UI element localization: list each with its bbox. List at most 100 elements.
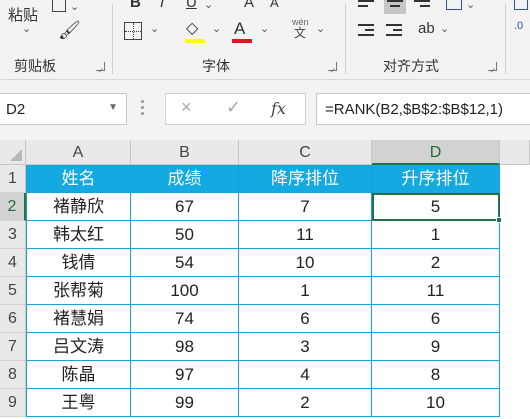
insert-function-icon[interactable]: fx <box>271 99 286 118</box>
cell-b2[interactable]: 67 <box>131 193 239 221</box>
row-header-4[interactable]: 4 <box>0 249 26 277</box>
font-color-button[interactable]: A <box>234 19 245 39</box>
fill-color-dropdown-chevron-icon[interactable]: ⌄ <box>212 22 221 35</box>
fill-color-swatch <box>185 39 205 43</box>
cell-a3[interactable]: 韩太红 <box>26 221 131 249</box>
cell-b3[interactable]: 50 <box>131 221 239 249</box>
cell-c4[interactable]: 10 <box>239 249 372 277</box>
column-header-b[interactable]: B <box>131 140 239 165</box>
name-box[interactable]: D2 ▼ <box>0 93 127 125</box>
cell-a4[interactable]: 钱倩 <box>26 249 131 277</box>
formula-bar: D2 ▼ × ✓ fx =RANK(B2,$B$2:$B$12,1) <box>0 80 530 140</box>
ribbon: 粘贴 ⌄ ⌄ 🖌 剪贴板 B I U ⌄ A A ⌄ ◇ ⌄ A ⌄ wén 文… <box>0 0 530 80</box>
font-color-dropdown-chevron-icon[interactable]: ⌄ <box>260 22 269 35</box>
cell-b9[interactable]: 99 <box>131 389 239 417</box>
cell-a2[interactable]: 褚静欣 <box>26 193 131 221</box>
align-left-icon[interactable] <box>358 0 374 14</box>
alignment-dialog-launcher-icon[interactable] <box>488 62 497 71</box>
align-right-icon[interactable] <box>414 0 430 14</box>
cell-b6[interactable]: 74 <box>131 305 239 333</box>
column-header-d[interactable]: D <box>372 140 500 165</box>
cell-a8[interactable]: 陈晶 <box>26 361 131 389</box>
row-header-1[interactable]: 1 <box>0 165 26 193</box>
cell-c8[interactable]: 4 <box>239 361 372 389</box>
cell-c6[interactable]: 6 <box>239 305 372 333</box>
cell-a7[interactable]: 吕文涛 <box>26 333 131 361</box>
underline-dropdown-chevron-icon[interactable]: ⌄ <box>204 0 213 11</box>
cell-d3[interactable]: 1 <box>372 221 500 249</box>
row-header-2[interactable]: 2 <box>0 193 26 221</box>
enter-icon[interactable]: ✓ <box>226 97 241 118</box>
cell-d9[interactable]: 10 <box>372 389 500 417</box>
clipboard-group-label: 剪贴板 <box>14 58 56 74</box>
row-header-6[interactable]: 6 <box>0 305 26 333</box>
header-cell-c[interactable]: 降序排位 <box>239 165 372 193</box>
bold-button[interactable]: B <box>130 0 141 11</box>
group-divider <box>345 4 346 74</box>
font-dialog-launcher-icon[interactable] <box>328 62 337 71</box>
cell-d7[interactable]: 9 <box>372 333 500 361</box>
decrease-indent-icon[interactable] <box>358 24 374 38</box>
orientation-icon[interactable]: ab <box>418 20 435 37</box>
copy-dropdown-chevron-icon[interactable]: ⌄ <box>70 0 79 13</box>
formula-bar-grip-icon[interactable] <box>141 98 145 118</box>
align-center-icon[interactable] <box>384 0 406 14</box>
underline-button[interactable]: U <box>186 0 197 11</box>
paste-dropdown-chevron-icon[interactable]: ⌄ <box>22 22 31 35</box>
row-header-8[interactable]: 8 <box>0 361 26 389</box>
fill-handle[interactable] <box>496 217 502 223</box>
clipboard-dialog-launcher-icon[interactable] <box>96 62 105 71</box>
font-group-label: 字体 <box>202 58 230 74</box>
row-header-7[interactable]: 7 <box>0 333 26 361</box>
select-all-corner[interactable] <box>0 140 26 165</box>
header-cell-b[interactable]: 成绩 <box>131 165 239 193</box>
cell-c9[interactable]: 2 <box>239 389 372 417</box>
increase-decimal-icon[interactable]: .0 <box>514 20 523 32</box>
cell-b5[interactable]: 100 <box>131 277 239 305</box>
italic-button[interactable]: I <box>160 0 164 11</box>
cell-b4[interactable]: 54 <box>131 249 239 277</box>
borders-icon[interactable] <box>124 22 142 40</box>
cell-b8[interactable]: 97 <box>131 361 239 389</box>
cell-d5[interactable]: 11 <box>372 277 500 305</box>
column-header-c[interactable]: C <box>239 140 372 165</box>
cell-d2[interactable]: 5 <box>372 193 500 221</box>
cell-d6[interactable]: 6 <box>372 305 500 333</box>
phonetic-guide-bottom-text: 文 <box>294 26 307 40</box>
number-format-icon[interactable] <box>514 0 528 10</box>
format-painter-icon[interactable]: 🖌 <box>58 20 81 41</box>
name-box-dropdown-icon[interactable]: ▼ <box>108 102 118 113</box>
row-header-5[interactable]: 5 <box>0 277 26 305</box>
cell-a6[interactable]: 褚慧娟 <box>26 305 131 333</box>
orientation-dropdown-chevron-icon[interactable]: ⌄ <box>440 22 449 35</box>
row-header-9[interactable]: 9 <box>0 389 26 417</box>
increase-font-size-button[interactable]: A <box>244 0 254 11</box>
cell-c3[interactable]: 11 <box>239 221 372 249</box>
cell-d8[interactable]: 8 <box>372 361 500 389</box>
cell-c5[interactable]: 1 <box>239 277 372 305</box>
header-cell-d[interactable]: 升序排位 <box>372 165 500 193</box>
cell-b7[interactable]: 98 <box>131 333 239 361</box>
row-header-3[interactable]: 3 <box>0 221 26 249</box>
font-color-swatch <box>232 39 252 43</box>
phonetic-guide-dropdown-chevron-icon[interactable]: ⌄ <box>316 22 325 35</box>
cancel-icon[interactable]: × <box>181 97 192 118</box>
increase-indent-icon[interactable] <box>386 24 402 38</box>
column-header-a[interactable]: A <box>26 140 131 165</box>
decrease-font-size-button[interactable]: A <box>270 0 279 10</box>
cell-c7[interactable]: 3 <box>239 333 372 361</box>
merge-center-icon[interactable] <box>446 0 462 10</box>
header-cell-a[interactable]: 姓名 <box>26 165 131 193</box>
cell-c2[interactable]: 7 <box>239 193 372 221</box>
cell-a9[interactable]: 王粤 <box>26 389 131 417</box>
cell-d4[interactable]: 2 <box>372 249 500 277</box>
phonetic-guide-button[interactable]: wén 文 <box>292 18 309 40</box>
name-box-value: D2 <box>6 101 26 118</box>
merge-dropdown-chevron-icon[interactable]: ⌄ <box>466 0 475 11</box>
borders-dropdown-chevron-icon[interactable]: ⌄ <box>150 22 159 35</box>
cell-a5[interactable]: 张帮菊 <box>26 277 131 305</box>
formula-input[interactable]: =RANK(B2,$B$2:$B$12,1) <box>316 93 530 125</box>
fill-color-icon[interactable]: ◇ <box>186 18 198 38</box>
copy-icon[interactable] <box>52 0 66 12</box>
column-header-e[interactable] <box>500 140 530 165</box>
